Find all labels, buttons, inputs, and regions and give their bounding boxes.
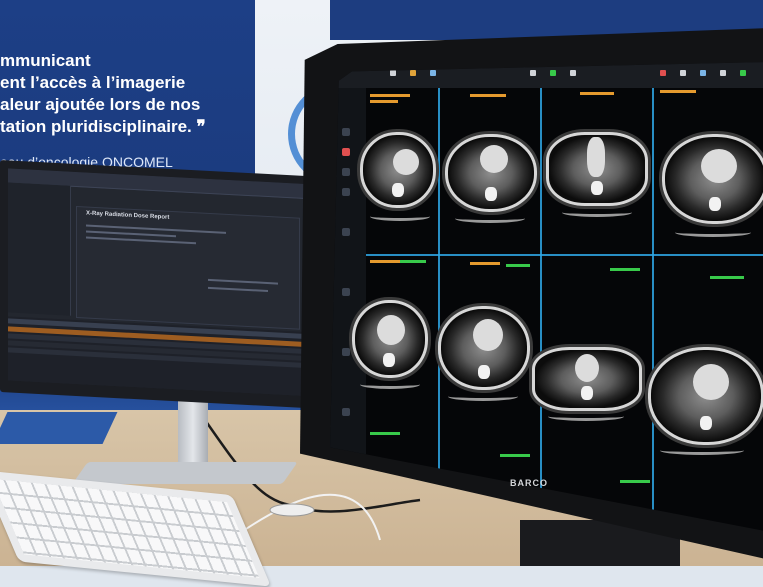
sidebar-tool-icon[interactable] <box>342 168 350 176</box>
dicom-overlay-patient <box>370 100 398 103</box>
dicom-overlay-series <box>620 480 650 483</box>
ct-slice-viewport[interactable] <box>648 347 763 445</box>
dicom-overlay-patient <box>370 260 402 263</box>
ct-slice-viewport[interactable] <box>546 132 648 206</box>
sidebar-tool-icon[interactable] <box>342 228 350 236</box>
ct-organ <box>575 354 599 382</box>
report-panel <box>76 205 300 330</box>
dicom-overlay-series <box>506 264 530 267</box>
ct-spine <box>478 365 490 379</box>
banner-quote: mmunicant ent l’accès à l’imagerie aleur… <box>0 50 250 138</box>
ct-organ <box>480 145 508 173</box>
barco-logo: BARCO <box>510 478 548 488</box>
ct-spine <box>485 187 497 201</box>
ct-table <box>562 208 632 217</box>
sidebar-tool-icon[interactable] <box>342 148 350 156</box>
viewport-divider <box>438 88 440 532</box>
toolbar-icon[interactable] <box>410 70 416 76</box>
ct-organ <box>377 315 405 345</box>
toolbar-icon[interactable] <box>390 70 396 76</box>
ct-slice-viewport[interactable] <box>532 347 642 411</box>
toolbar-icon[interactable] <box>740 70 746 76</box>
sidebar-tool-icon[interactable] <box>342 128 350 136</box>
ct-organ <box>587 137 605 177</box>
toolbar-icon[interactable] <box>720 70 726 76</box>
viewport-divider <box>652 88 654 532</box>
ct-slice-viewport[interactable] <box>662 134 763 224</box>
ct-table <box>448 392 518 401</box>
dicom-overlay-series <box>500 454 530 457</box>
dicom-overlay-patient <box>470 262 500 265</box>
sidebar-tool-icon[interactable] <box>342 188 350 196</box>
ct-spine <box>700 416 712 430</box>
patient-sidebar <box>8 182 71 316</box>
ct-table <box>370 212 430 221</box>
ct-organ <box>693 364 729 400</box>
keyboard-keys <box>0 478 260 578</box>
ct-organ <box>473 319 503 351</box>
ct-spine <box>709 197 721 211</box>
ct-table <box>455 214 525 223</box>
toolbar-icon[interactable] <box>700 70 706 76</box>
dicom-overlay-patient <box>470 94 506 97</box>
left-monitor: X-Ray Radiation Dose Report <box>0 160 318 409</box>
ct-spine <box>591 181 603 195</box>
banner-line: tation pluridisciplinaire. ❞ <box>0 117 206 136</box>
dicom-overlay-series <box>610 268 640 271</box>
toolbar-icon[interactable] <box>570 70 576 76</box>
dicom-overlay-patient <box>660 90 696 93</box>
ct-table <box>675 228 751 237</box>
sidebar-tool-icon[interactable] <box>342 408 350 416</box>
ct-slice-viewport[interactable] <box>360 132 436 208</box>
ct-slice-viewport[interactable] <box>438 306 530 390</box>
viewport-divider <box>366 254 763 256</box>
ct-spine <box>581 386 593 400</box>
dicom-overlay-patient <box>580 92 614 95</box>
ct-spine <box>392 183 404 197</box>
toolbar-icon[interactable] <box>530 70 536 76</box>
ct-table <box>548 412 624 421</box>
toolbar-icon[interactable] <box>430 70 436 76</box>
ct-slice-viewport[interactable] <box>352 300 428 378</box>
banner-line: mmunicant <box>0 51 91 70</box>
toolbar-icon[interactable] <box>550 70 556 76</box>
blue-notebook <box>0 412 118 444</box>
viewport-divider <box>540 88 542 532</box>
banner-line: aleur ajoutée lors de nos <box>0 95 201 114</box>
ct-organ <box>393 149 419 175</box>
study-table <box>8 316 308 397</box>
dicom-overlay-series <box>370 432 400 435</box>
ct-table <box>660 446 744 455</box>
dicom-overlay-series <box>400 260 426 263</box>
toolbar-icon[interactable] <box>680 70 686 76</box>
toolbar-icon[interactable] <box>660 70 666 76</box>
sidebar-tool-icon[interactable] <box>342 288 350 296</box>
ct-spine <box>383 353 395 367</box>
dicom-overlay-series <box>710 276 744 279</box>
monitor-base <box>72 462 298 484</box>
ct-table <box>360 380 420 389</box>
dicom-overlay-patient <box>370 94 410 97</box>
ct-slice-viewport[interactable] <box>445 134 537 212</box>
banner-line: ent l’accès à l’imagerie <box>0 73 186 92</box>
sidebar-tool-icon[interactable] <box>342 348 350 356</box>
left-monitor-screen: X-Ray Radiation Dose Report <box>8 168 308 397</box>
ct-organ <box>701 149 737 183</box>
